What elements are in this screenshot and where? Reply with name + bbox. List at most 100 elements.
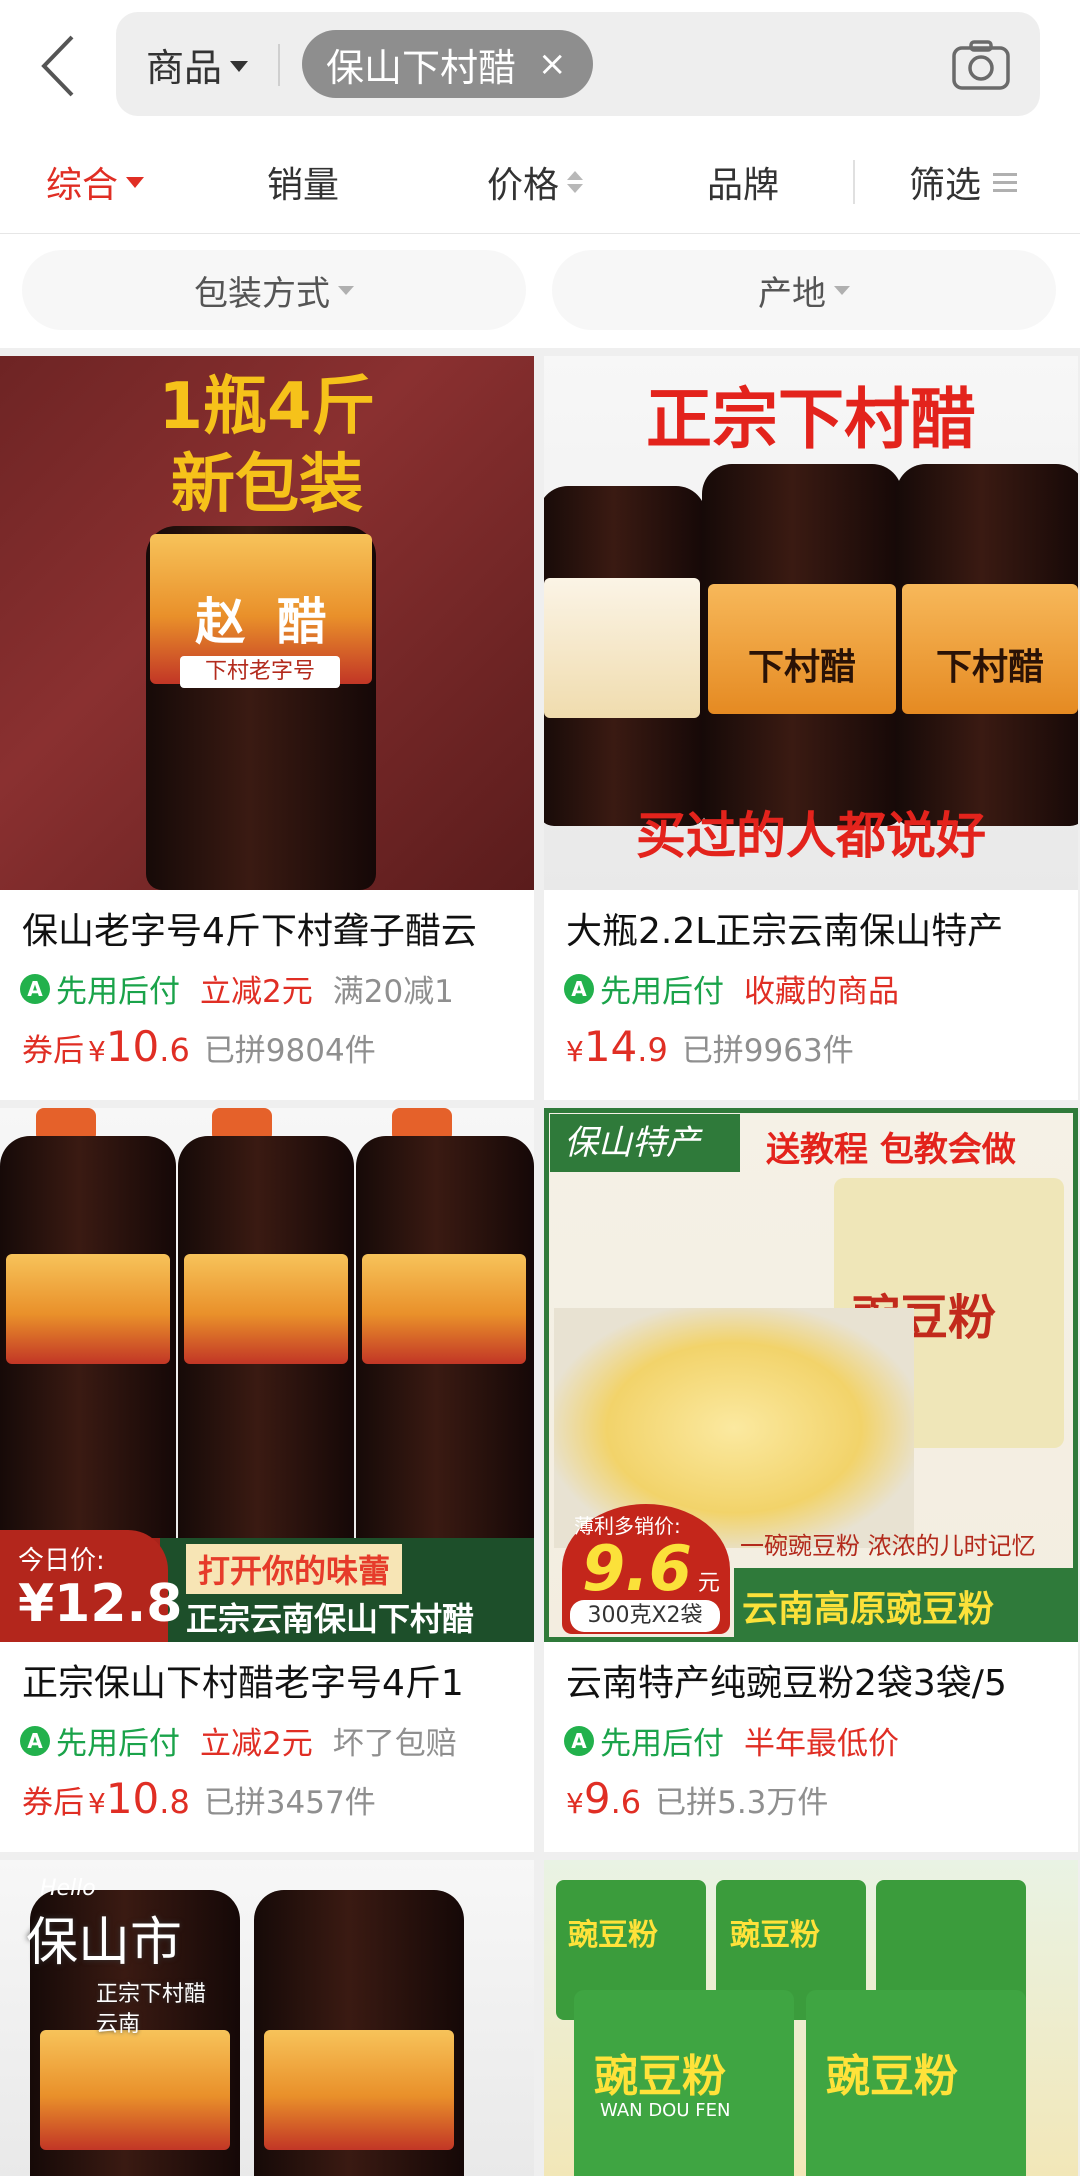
product-card[interactable]: 保山特产 送教程 包教会做 豌豆粉 薄利多销价: 9.6 元 300克X2袋 一… xyxy=(544,1108,1078,1852)
divider xyxy=(853,160,855,204)
query-chip-text: 保山下村醋 xyxy=(326,45,517,90)
pay-later-badge: A 先用后付 xyxy=(20,966,180,1011)
product-card[interactable]: 豌豆粉 豌豆粉 豌豆粉 豌豆粉 WAN DOU FEN xyxy=(544,1860,1078,2176)
price-badge-number: 9.6 xyxy=(582,1532,692,1605)
bottle-label xyxy=(40,2030,230,2150)
sort-bar: 综合 销量 价格 品牌 筛选 xyxy=(0,130,1080,234)
product-tags: A 先用后付 收藏的商品 xyxy=(564,966,899,1011)
sort-comprehensive[interactable]: 综合 xyxy=(46,130,145,234)
sort-comprehensive-label: 综合 xyxy=(46,165,119,206)
bottle-label xyxy=(264,2030,454,2150)
promo-tag: 立减2元 xyxy=(200,1726,313,1762)
image-headline: 正宗下村醋 xyxy=(646,381,976,458)
product-image[interactable]: 今日价: ¥12.8 打开你的味蕾 正宗云南保山下村醋 xyxy=(0,1108,534,1642)
search-scope-dropdown[interactable]: 商品 xyxy=(146,12,249,116)
image-subheadline: 买过的人都说好 xyxy=(636,807,986,865)
promo-tag: 半年最低价 xyxy=(744,1726,899,1762)
product-price: 券后 ¥ 10 .8 已拼3457件 xyxy=(22,1774,376,1823)
image-overlay-text: 正宗下村醋 xyxy=(96,1982,207,2007)
image-tag: 保山特产 xyxy=(550,1114,740,1172)
price-badge-value: ¥12.8 xyxy=(18,1574,183,1634)
bag-label: 豌豆粉 xyxy=(594,2051,726,2102)
product-title[interactable]: 保山老字号4斤下村聋子醋云 xyxy=(22,902,518,954)
pay-later-icon: A xyxy=(564,1725,594,1756)
sort-brand[interactable]: 品牌 xyxy=(707,130,779,234)
product-card[interactable]: 今日价: ¥12.8 打开你的味蕾 正宗云南保山下村醋 正宗保山下村醋老字号4斤… xyxy=(0,1108,534,1852)
product-card[interactable]: 正宗下村醋 下村醋 下村醋 买过的人都说好 大瓶2.2L正宗云南保山特产 A 先用… xyxy=(544,356,1078,1100)
label-text: 赵 xyxy=(195,593,246,651)
price-integer: 14 xyxy=(583,1022,638,1071)
price-integer: 10 xyxy=(105,1022,160,1071)
price-badge-unit: 元 xyxy=(697,1571,720,1596)
product-image[interactable]: 保山特产 送教程 包教会做 豌豆粉 薄利多销价: 9.6 元 300克X2袋 一… xyxy=(544,1108,1078,1642)
image-slogan: 打开你的味蕾 xyxy=(186,1544,403,1594)
sort-brand-label: 品牌 xyxy=(707,165,780,206)
product-image[interactable]: 1瓶4斤 新包装 赵 醋 下村老字号 xyxy=(0,356,534,890)
currency-symbol: ¥ xyxy=(566,1787,584,1820)
pay-later-label: 先用后付 xyxy=(56,974,180,1010)
currency-symbol: ¥ xyxy=(566,1035,584,1068)
image-slogan: 正宗云南保山下村醋 xyxy=(186,1600,475,1638)
chevron-down-icon xyxy=(126,176,145,188)
product-image[interactable]: 正宗下村醋 下村醋 下村醋 买过的人都说好 xyxy=(544,356,1078,890)
price-decimal: .9 xyxy=(637,1031,668,1069)
sort-arrows-icon xyxy=(567,171,584,193)
sold-count: 已拼9963件 xyxy=(681,1033,854,1069)
search-box[interactable]: 商品 保山下村醋 × xyxy=(116,12,1040,116)
filter-origin-label: 产地 xyxy=(758,273,826,314)
promo-tag: 收藏的商品 xyxy=(744,974,899,1010)
pay-later-icon: A xyxy=(20,1725,50,1756)
product-title[interactable]: 正宗保山下村醋老字号4斤1 xyxy=(22,1654,518,1706)
bag-label: 豌豆粉 xyxy=(826,2051,958,2102)
label-text: 下村醋 xyxy=(935,647,1044,688)
search-results-page: 商品 保山下村醋 × 综合 销量 价格 品牌 筛选 包装方式 产地 1瓶4斤 新… xyxy=(0,0,1080,2176)
product-card[interactable]: 1瓶4斤 新包装 赵 醋 下村老字号 保山老字号4斤下村聋子醋云 A 先用后付 立… xyxy=(0,356,534,1100)
label-text: 醋 xyxy=(276,593,327,651)
filter-packaging[interactable]: 包装方式 xyxy=(22,250,526,330)
bottle-label xyxy=(544,578,700,718)
product-tags: A 先用后付 立减2元 满20减1 xyxy=(20,966,454,1011)
chevron-down-icon xyxy=(230,60,249,72)
product-tags: A 先用后付 立减2元 坏了包赔 xyxy=(20,1718,457,1763)
product-image[interactable]: 豌豆粉 豌豆粉 豌豆粉 豌豆粉 WAN DOU FEN xyxy=(544,1860,1078,2176)
product-card[interactable]: Hello 保山市 正宗下村醋 云南 xyxy=(0,1860,534,2176)
label-text: 下村醋 xyxy=(747,647,856,688)
price-badge-value: 9.6 元 xyxy=(582,1532,720,1605)
filter-origin[interactable]: 产地 xyxy=(552,250,1056,330)
currency-symbol: ¥ xyxy=(88,1035,106,1068)
pay-later-label: 先用后付 xyxy=(56,1726,180,1762)
sort-sales[interactable]: 销量 xyxy=(267,130,339,234)
query-chip[interactable]: 保山下村醋 × xyxy=(302,30,593,98)
bag-label: 豌豆粉 xyxy=(730,1918,820,1953)
close-icon[interactable]: × xyxy=(538,44,567,84)
chevron-down-icon xyxy=(834,285,850,295)
sort-price-label: 价格 xyxy=(487,165,560,206)
price-decimal: .6 xyxy=(610,1783,642,1821)
chevron-down-icon xyxy=(338,285,354,295)
filter-button[interactable]: 筛选 xyxy=(909,130,1018,234)
product-image[interactable]: Hello 保山市 正宗下村醋 云南 xyxy=(0,1860,534,2176)
back-button[interactable] xyxy=(30,28,86,104)
product-title[interactable]: 云南特产纯豌豆粉2袋3袋/5 xyxy=(566,1654,1062,1706)
product-price: ¥ 9 .6 已拼5.3万件 xyxy=(566,1774,828,1823)
search-header: 商品 保山下村醋 × xyxy=(0,0,1080,130)
image-headline: 送教程 包教会做 xyxy=(766,1130,1016,1170)
bag-label: 豌豆粉 xyxy=(568,1918,658,1953)
price-prefix: 券后 xyxy=(22,1785,84,1821)
product-price: ¥ 14 .9 已拼9963件 xyxy=(566,1022,854,1071)
label-subtext: 下村老字号 xyxy=(180,656,340,688)
bottle-label xyxy=(6,1254,170,1364)
chevron-left-icon xyxy=(41,35,74,97)
product-title[interactable]: 大瓶2.2L正宗云南保山特产 xyxy=(566,902,1062,954)
bottle-label xyxy=(362,1254,526,1364)
image-slogan: 一碗豌豆粉 浓浓的儿时记忆 xyxy=(740,1532,1036,1560)
pay-later-badge: A 先用后付 xyxy=(20,1718,180,1763)
filter-packaging-label: 包装方式 xyxy=(194,273,330,314)
pay-later-badge: A 先用后付 xyxy=(564,966,724,1011)
promo-tag: 满20减1 xyxy=(332,974,454,1010)
image-overlay-city: 保山市 xyxy=(26,1913,183,1973)
currency-symbol: ¥ xyxy=(88,1787,106,1820)
sort-price[interactable]: 价格 xyxy=(487,130,584,234)
camera-icon[interactable] xyxy=(950,34,1012,96)
sort-sales-label: 销量 xyxy=(267,165,340,206)
